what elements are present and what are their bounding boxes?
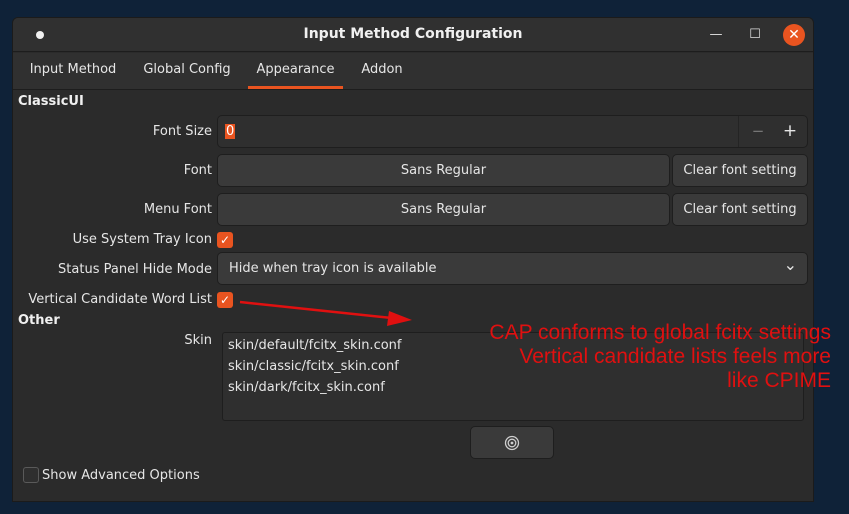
use-system-tray-icon-checkbox[interactable]: ✓ xyxy=(217,232,233,248)
target-icon xyxy=(504,435,520,451)
clear-font-button[interactable]: Clear font setting xyxy=(672,154,808,187)
skin-config-button[interactable] xyxy=(470,426,554,459)
window-title: Input Method Configuration xyxy=(303,26,523,42)
section-title-classicui: ClassicUI xyxy=(18,94,84,109)
list-item[interactable]: skin/classic/fcitx_skin.conf xyxy=(228,359,399,374)
annotation-line: CAP conforms to global fcitx settings xyxy=(489,321,831,344)
tab-addon[interactable]: Addon xyxy=(351,53,413,89)
maximize-button[interactable]: ☐ xyxy=(744,24,766,46)
vertical-candidate-word-list-label: Vertical Candidate Word List xyxy=(28,292,212,307)
vertical-candidate-word-list-checkbox[interactable]: ✓ xyxy=(217,292,233,308)
use-system-tray-icon-label: Use System Tray Icon xyxy=(72,232,212,247)
annotation-text: CAP conforms to global fcitx settings Ve… xyxy=(391,321,831,393)
font-label: Font xyxy=(183,163,212,178)
tab-appearance[interactable]: Appearance xyxy=(248,53,343,89)
list-item[interactable]: skin/dark/fcitx_skin.conf xyxy=(228,380,385,395)
config-window: Input Method Configuration — ☐ ✕ Input M… xyxy=(12,17,814,502)
status-panel-hide-mode-value: Hide when tray icon is available xyxy=(229,261,437,276)
title-bar: Input Method Configuration — ☐ ✕ xyxy=(13,18,813,52)
clear-menu-font-button[interactable]: Clear font setting xyxy=(672,193,808,226)
close-button[interactable]: ✕ xyxy=(783,24,805,46)
tab-input-method[interactable]: Input Method xyxy=(21,53,125,89)
decrement-button[interactable]: − xyxy=(746,122,770,140)
tab-global-config[interactable]: Global Config xyxy=(133,53,241,89)
font-select-button[interactable]: Sans Regular xyxy=(217,154,670,187)
section-title-other: Other xyxy=(18,313,60,328)
font-size-spinbox[interactable]: 0 − + xyxy=(217,115,808,148)
increment-button[interactable]: + xyxy=(778,121,802,141)
show-advanced-options-checkbox[interactable] xyxy=(23,467,39,483)
spin-divider xyxy=(738,116,739,147)
tab-bar: Input Method Global Config Appearance Ad… xyxy=(13,53,813,90)
font-size-label: Font Size xyxy=(152,124,212,139)
show-advanced-options-label: Show Advanced Options xyxy=(42,468,200,483)
menu-font-label: Menu Font xyxy=(143,202,212,217)
minimize-button[interactable]: — xyxy=(705,24,727,46)
status-panel-hide-mode-label: Status Panel Hide Mode xyxy=(58,262,212,277)
annotation-line: Vertical candidate lists feels more xyxy=(519,345,831,368)
chevron-down-icon: ⌄ xyxy=(783,255,797,274)
font-size-value[interactable]: 0 xyxy=(225,124,236,139)
status-panel-hide-mode-dropdown[interactable]: Hide when tray icon is available ⌄ xyxy=(217,252,808,285)
menu-font-select-button[interactable]: Sans Regular xyxy=(217,193,670,226)
annotation-line: like CPIME xyxy=(727,369,831,392)
list-item[interactable]: skin/default/fcitx_skin.conf xyxy=(228,338,401,353)
skin-label: Skin xyxy=(184,333,212,348)
